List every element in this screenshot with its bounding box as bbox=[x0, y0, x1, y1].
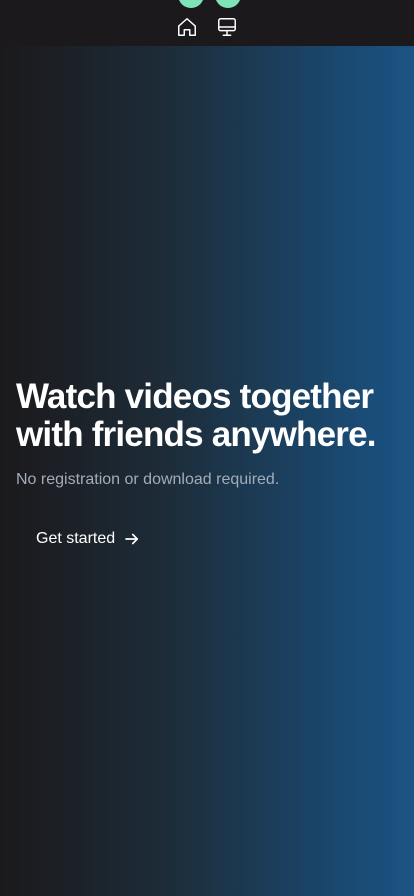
logo-shape-left bbox=[178, 0, 204, 8]
get-started-label: Get started bbox=[36, 530, 116, 547]
hero-section: Watch videos together with friends anywh… bbox=[0, 46, 414, 896]
hero-headline: Watch videos together with friends anywh… bbox=[16, 377, 377, 454]
logo-shape-right bbox=[215, 0, 241, 8]
arrow-right-icon bbox=[125, 533, 139, 545]
home-icon[interactable] bbox=[176, 16, 198, 38]
top-bar bbox=[0, 0, 414, 46]
monitor-icon[interactable] bbox=[216, 16, 238, 38]
get-started-button[interactable]: Get started bbox=[22, 524, 155, 554]
hero-subtext: No registration or download required. bbox=[16, 471, 280, 488]
